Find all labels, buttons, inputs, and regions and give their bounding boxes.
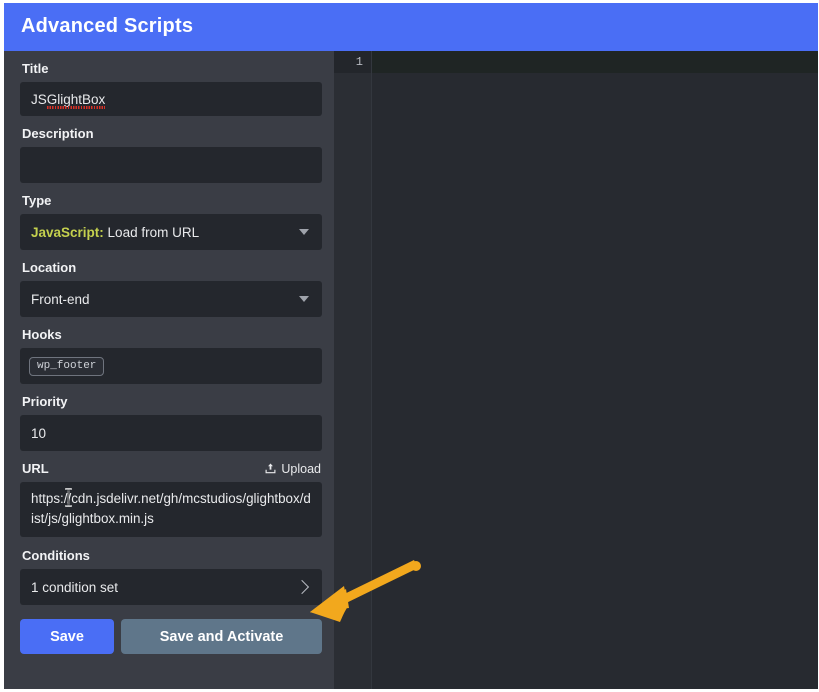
window-titlebar: Advanced Scripts [0, 0, 819, 51]
chevron-down-icon [299, 229, 309, 235]
priority-label: Priority [22, 394, 68, 409]
location-label: Location [22, 260, 77, 275]
description-input[interactable] [20, 147, 322, 183]
description-label: Description [22, 126, 94, 141]
code-line-1[interactable] [372, 51, 818, 73]
advanced-scripts-window: Advanced Scripts Title JS GlightBox Desc… [0, 0, 819, 692]
upload-icon [265, 463, 276, 474]
script-settings-panel: Title JS GlightBox Description Type Java… [0, 51, 334, 692]
title-input[interactable]: JS GlightBox [20, 82, 322, 116]
save-button[interactable]: Save [20, 619, 114, 654]
location-select[interactable]: Front-end [20, 281, 322, 317]
url-label: URL [22, 461, 49, 476]
type-label: Type [22, 193, 52, 208]
code-editing-area[interactable] [372, 73, 818, 689]
url-input[interactable]: https://cdn.jsdelivr.net/gh/mcstudios/gl… [20, 482, 322, 537]
save-and-activate-button[interactable]: Save and Activate [121, 619, 322, 654]
url-input-value: https://cdn.jsdelivr.net/gh/mcstudios/gl… [31, 491, 311, 526]
conditions-row-value: 1 condition set [31, 579, 119, 595]
type-select[interactable]: JavaScript: Load from URL [20, 214, 322, 250]
code-editor[interactable]: 1 [334, 51, 819, 692]
location-select-value: Front-end [31, 291, 90, 307]
upload-button[interactable]: Upload [264, 462, 321, 476]
type-select-keyword: JavaScript: [31, 224, 104, 240]
code-editor-first-line: 1 [334, 51, 818, 73]
title-input-value-misspelled: GlightBox [46, 91, 106, 109]
hooks-label: Hooks [22, 327, 62, 342]
title-label: Title [22, 61, 49, 76]
line-number-1: 1 [334, 51, 372, 73]
conditions-label: Conditions [22, 548, 90, 563]
type-select-value: Load from URL [103, 224, 200, 240]
chevron-right-icon [294, 579, 310, 595]
page-title: Advanced Scripts [21, 14, 194, 37]
url-header-row: URL Upload [20, 461, 322, 476]
line-number-gutter [334, 73, 372, 689]
priority-input[interactable]: 10 [20, 415, 322, 451]
chevron-down-icon [299, 296, 309, 302]
hook-chip[interactable]: wp_footer [29, 356, 105, 376]
hooks-input[interactable]: wp_footer [20, 348, 322, 384]
title-input-value-prefix: JS [31, 91, 47, 107]
upload-button-label: Upload [281, 461, 321, 476]
conditions-row[interactable]: 1 condition set [20, 569, 322, 605]
code-editor-body [334, 73, 818, 689]
form-actions: Save Save and Activate [20, 619, 322, 654]
